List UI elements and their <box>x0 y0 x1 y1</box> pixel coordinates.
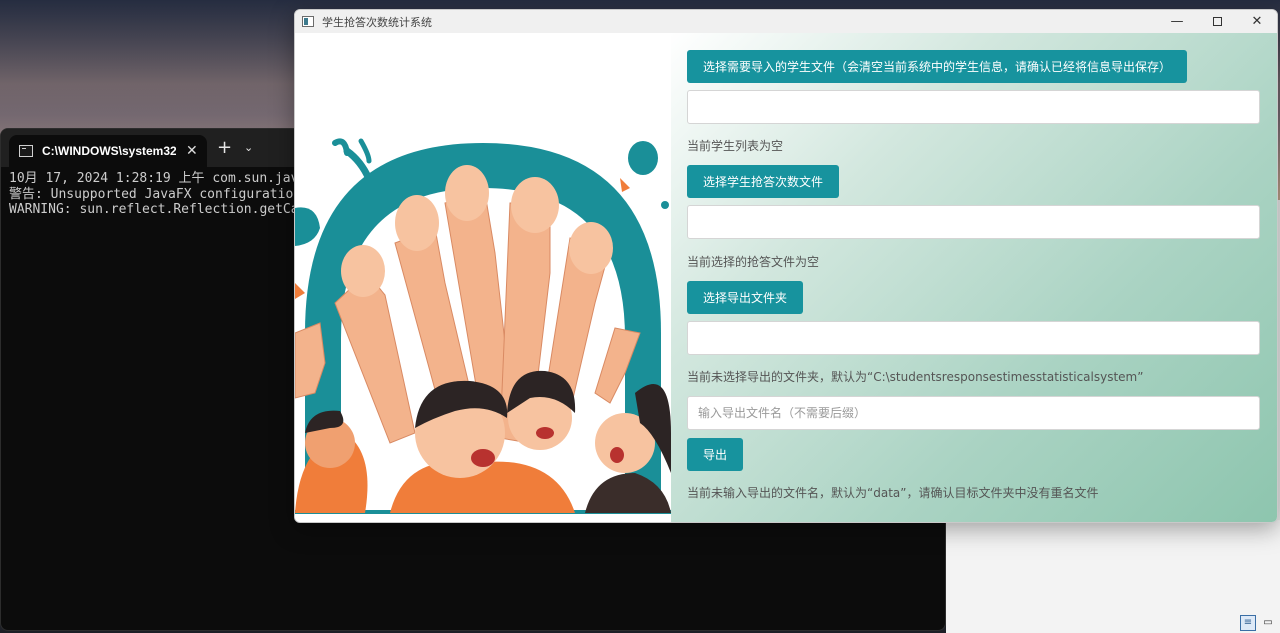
window-title: 学生抢答次数统计系统 <box>322 16 432 29</box>
export-button[interactable]: 导出 <box>687 438 744 471</box>
export-folder-status: 当前未选择导出的文件夹，默认为“C:\studentsresponsestime… <box>687 370 1144 384</box>
chevron-down-icon[interactable]: ⌄ <box>244 141 253 154</box>
export-filename-status: 当前未输入导出的文件名，默认为“data”，请确认目标文件夹中没有重名文件 <box>687 486 1099 500</box>
form-panel: 选择需要导入的学生文件（会清空当前系统中的学生信息，请确认已经将信息导出保存） … <box>671 33 1277 522</box>
close-button[interactable]: ✕ <box>1237 10 1277 33</box>
app-window: 学生抢答次数统计系统 — ✕ 选择需要导入的学生文件（会清空当前系统中的学生信息… <box>294 9 1278 523</box>
illustration-panel <box>295 33 671 522</box>
background-window: ≡ ▭ <box>946 520 1280 633</box>
terminal-icon <box>19 145 33 157</box>
export-folder-path-field[interactable] <box>687 321 1260 355</box>
student-list-status: 当前学生列表为空 <box>687 139 784 153</box>
maximize-button[interactable] <box>1197 10 1237 33</box>
terminal-tab-label: C:\WINDOWS\system32\cmd.e <box>42 144 176 158</box>
answer-file-status: 当前选择的抢答文件为空 <box>687 255 820 269</box>
import-file-path-field[interactable] <box>687 90 1260 124</box>
close-icon[interactable]: ✕ <box>186 143 198 159</box>
app-icon <box>302 16 314 27</box>
list-view-icon[interactable]: ≡ <box>1240 615 1256 631</box>
terminal-tab[interactable]: C:\WINDOWS\system32\cmd.e ✕ <box>9 135 207 167</box>
maximize-icon <box>1212 17 1222 26</box>
title-bar[interactable]: 学生抢答次数统计系统 — ✕ <box>295 10 1277 33</box>
import-student-file-button[interactable]: 选择需要导入的学生文件（会清空当前系统中的学生信息，请确认已经将信息导出保存） <box>687 50 1188 83</box>
window-view-icon[interactable]: ▭ <box>1260 615 1276 631</box>
select-answer-file-button[interactable]: 选择学生抢答次数文件 <box>687 165 840 198</box>
new-tab-button[interactable]: + <box>217 139 232 157</box>
select-export-folder-button[interactable]: 选择导出文件夹 <box>687 281 804 314</box>
app-content: 选择需要导入的学生文件（会清空当前系统中的学生信息，请确认已经将信息导出保存） … <box>295 33 1277 522</box>
answer-file-path-field[interactable] <box>687 205 1260 239</box>
cheering-students-illustration <box>295 138 671 514</box>
view-toggles: ≡ ▭ <box>1240 615 1276 631</box>
minimize-button[interactable]: — <box>1157 10 1197 33</box>
export-filename-input[interactable] <box>687 396 1260 430</box>
